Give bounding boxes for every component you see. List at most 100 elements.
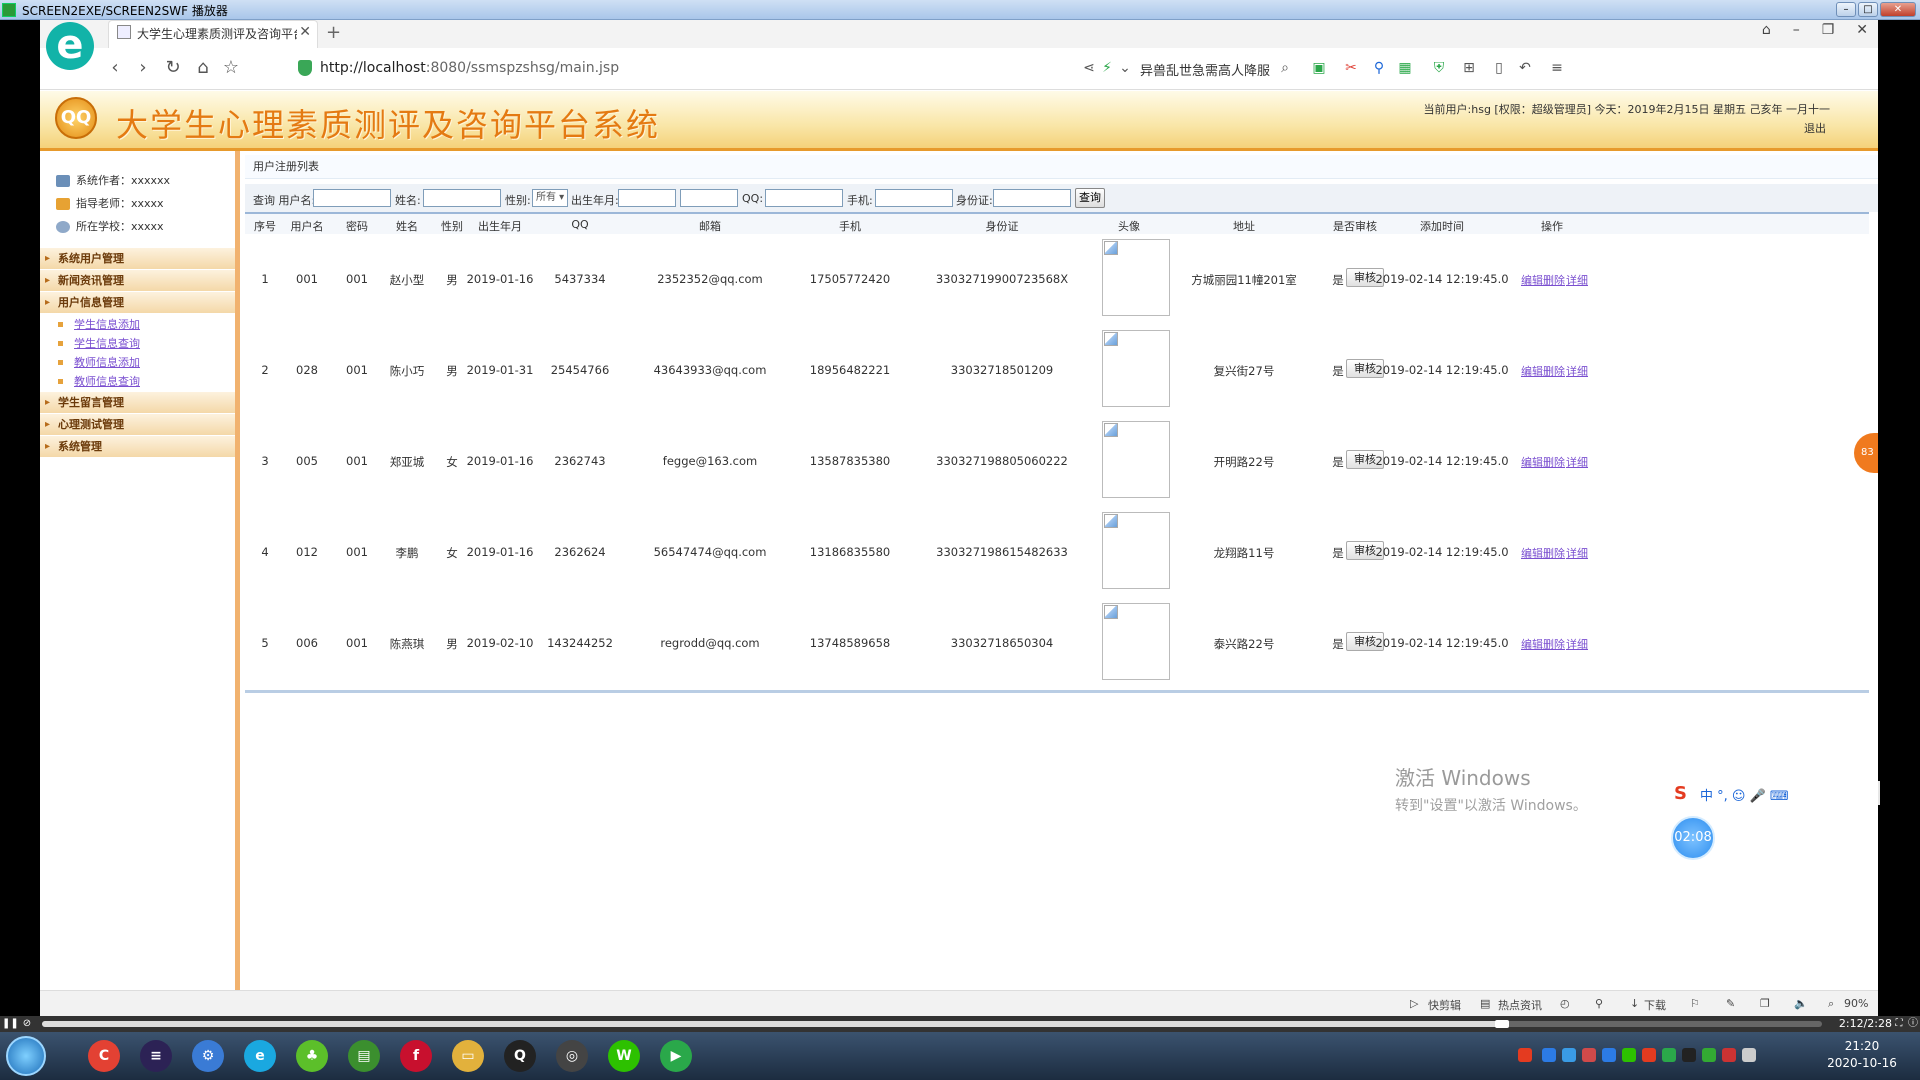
shield-tray-icon[interactable] [1582,1048,1596,1062]
player-minimize-button[interactable]: – [1836,2,1856,17]
taskbar-app-explorer[interactable]: ▭ [440,1035,496,1077]
edit-link[interactable]: 编辑 [1521,545,1543,561]
back-icon[interactable]: ‹ [104,57,126,79]
wechat-tray-icon[interactable] [1622,1048,1636,1062]
menu-psych-test[interactable]: 心理测试管理 [40,414,235,436]
forward-icon[interactable]: › [132,57,154,79]
delete-link[interactable]: 删除 [1543,636,1565,652]
phone-input[interactable] [875,189,953,207]
taskbar-app-player[interactable]: ▶ [648,1035,704,1077]
scissors-icon[interactable]: ✂ [1342,59,1360,77]
ime-toolbar[interactable]: S 中 °, ☺ 🎤 ⌨ [1670,781,1880,805]
menu-user-info[interactable]: 用户信息管理 [40,292,235,314]
taskbar-app-chrome[interactable]: C [76,1035,132,1077]
window-restore-button[interactable]: ❐ [1822,22,1835,38]
search-icon[interactable]: ⌕ [1276,59,1294,77]
detail-link[interactable]: 详细 [1566,545,1588,561]
sogou-tray-icon[interactable] [1518,1048,1532,1062]
star-icon[interactable]: ☆ [220,57,242,79]
edit-link[interactable]: 编辑 [1521,363,1543,379]
taskbar-app-app6[interactable]: ▤ [336,1035,392,1077]
detail-link[interactable]: 详细 [1566,454,1588,470]
volume-icon[interactable]: 🔈 [1794,997,1808,1010]
speed-icon[interactable]: ⊘ [20,1017,34,1031]
pin-icon[interactable]: ⚲ [1595,997,1603,1010]
search-button[interactable]: 查询 [1075,188,1105,208]
menu-icon[interactable]: ≡ [1548,59,1566,77]
wifi-tray-icon[interactable] [1702,1048,1716,1062]
taskbar-app-eclipse[interactable]: ≡ [128,1035,184,1077]
ime-status[interactable]: 中 °, ☺ 🎤 ⌨ [1700,785,1789,804]
birth-end-input[interactable] [680,189,738,207]
menu-system-users[interactable]: 系统用户管理 [40,248,235,270]
zoom-icon[interactable]: ⌕ [1828,997,1834,1011]
zoom-level[interactable]: 90% [1844,997,1868,1010]
game-icon[interactable]: ▦ [1396,59,1414,77]
submenu-student-query[interactable]: 学生信息查询 [40,334,235,353]
detail-link[interactable]: 详细 [1566,272,1588,288]
speed-icon[interactable]: ◴ [1560,997,1570,1010]
qq-input[interactable] [765,189,843,207]
qq-tray-icon[interactable] [1682,1048,1696,1062]
window-close-button[interactable]: ✕ [1856,22,1868,38]
window-icon[interactable]: ❐ [1760,997,1770,1010]
taskbar-clock[interactable]: 21:20 2020-10-16 [1812,1038,1912,1072]
taskbar-app-app5[interactable]: ♣ [284,1035,340,1077]
menu-news[interactable]: 新闻资讯管理 [40,270,235,292]
player-maximize-button[interactable]: □ [1858,2,1878,17]
menu-system-admin[interactable]: 系统管理 [40,436,235,458]
edit-link[interactable]: 编辑 [1521,454,1543,470]
shirt-icon[interactable]: ⌂ [1762,22,1771,38]
player-close-button[interactable]: ✕ [1880,2,1916,17]
start-button[interactable] [6,1036,46,1076]
submenu-teacher-add[interactable]: 教师信息添加 [40,353,235,372]
edit-link[interactable]: 编辑 [1521,272,1543,288]
seek-handle[interactable] [1494,1020,1509,1028]
translate-icon[interactable]: ▣ [1310,59,1328,77]
browser-logo-icon[interactable]: e [46,22,94,70]
cube-tray-icon[interactable] [1562,1048,1576,1062]
bookmark-icon[interactable]: ▯ [1490,59,1508,77]
taskbar-app-flash[interactable]: f [388,1035,444,1077]
search-hint[interactable]: 异兽乱世急需高人降服 [1140,60,1270,79]
delete-link[interactable]: 删除 [1543,272,1565,288]
share-icon[interactable]: ⋖ [1080,59,1098,77]
submenu-student-add[interactable]: 学生信息添加 [40,315,235,334]
username-input[interactable] [313,189,391,207]
idcard-input[interactable] [993,189,1071,207]
submenu-teacher-query[interactable]: 教师信息查询 [40,372,235,391]
grid-icon[interactable]: ⊞ [1460,59,1478,77]
taskbar-app-app10[interactable]: ◎ [544,1035,600,1077]
reload-icon[interactable]: ↻ [162,57,184,79]
seek-track[interactable] [42,1020,1822,1028]
download-icon[interactable]: ↓ [1630,997,1639,1010]
logout-link[interactable]: 退出 [1804,120,1826,136]
birth-start-input[interactable] [618,189,676,207]
flag-icon[interactable]: ⚐ [1690,997,1700,1010]
info-icon[interactable]: ⓘ [1906,1017,1920,1031]
volume-tray-icon[interactable] [1722,1048,1736,1062]
pause-icon[interactable]: ❚❚ [2,1017,19,1031]
network-tray-icon[interactable] [1542,1048,1556,1062]
recording-timer[interactable]: 02:08 [1671,816,1715,860]
edit-icon[interactable]: ✎ [1726,997,1735,1010]
name-input[interactable] [423,189,501,207]
speaker-tray-icon[interactable] [1642,1048,1656,1062]
lightning-icon[interactable]: ⚡ [1098,59,1116,77]
detail-link[interactable]: 详细 [1566,636,1588,652]
taskbar-app-wechat[interactable]: W [596,1035,652,1077]
news-icon[interactable]: ▤ [1480,997,1490,1010]
window-minimize-button[interactable]: – [1793,22,1800,38]
fullscreen-icon[interactable]: ⛶ [1892,1017,1906,1031]
gender-select[interactable]: 所有 ▾ [532,189,568,207]
play-icon[interactable]: ▷ [1410,997,1418,1010]
delete-link[interactable]: 删除 [1543,545,1565,561]
magnifier-icon[interactable]: ⚲ [1370,59,1388,77]
new-tab-icon[interactable]: + [326,22,341,43]
statusbar-download[interactable]: 下载 [1644,997,1666,1013]
battery-tray-icon[interactable] [1662,1048,1676,1062]
menu-student-messages[interactable]: 学生留言管理 [40,392,235,414]
display-tray-icon[interactable] [1742,1048,1756,1062]
undo-icon[interactable]: ↶ [1516,59,1534,77]
security-icon[interactable]: ⛨ [1430,59,1448,77]
